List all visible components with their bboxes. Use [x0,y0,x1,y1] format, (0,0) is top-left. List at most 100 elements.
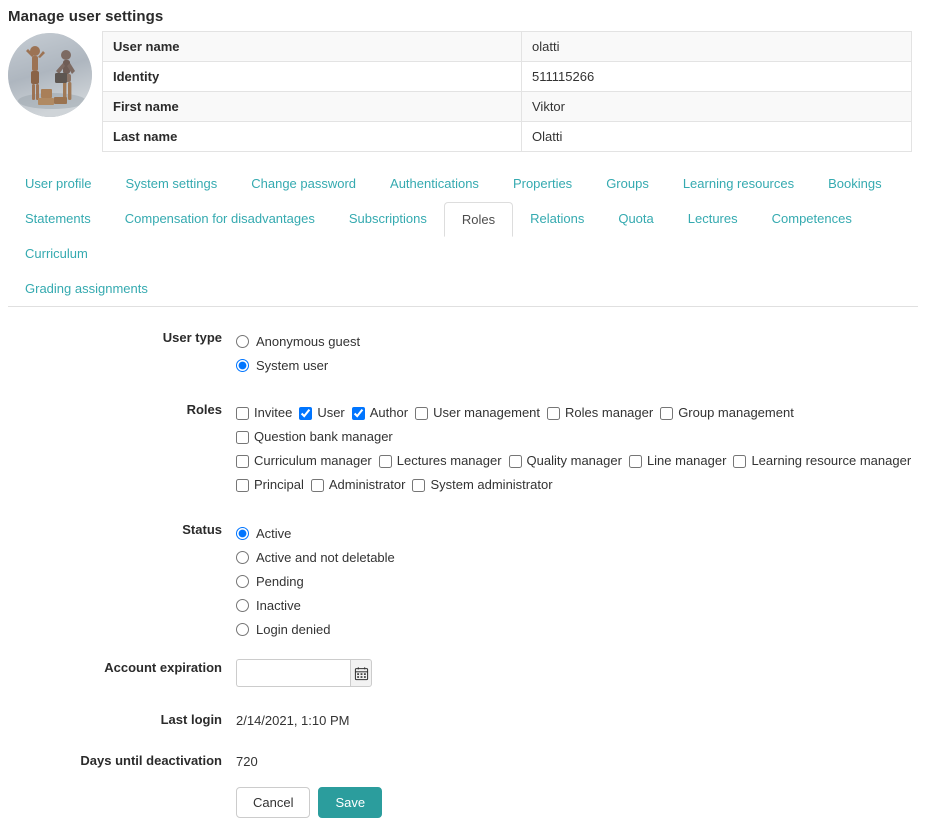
roles-line-1: Invitee User Author User management [236,401,926,449]
role-label[interactable]: Curriculum manager [254,449,372,473]
role-label[interactable]: System administrator [430,473,552,497]
account-expiration-input[interactable] [236,659,350,687]
roles-checkbox-invitee[interactable] [236,407,249,420]
tab-user-profile[interactable]: User profile [8,166,108,201]
checkbox-learning-resource-manager[interactable]: Learning resource manager [733,449,911,473]
roles-checkbox-roles-manager[interactable] [547,407,560,420]
tab-system-settings[interactable]: System settings [108,166,234,201]
tab-lectures[interactable]: Lectures [671,201,755,236]
tab-groups[interactable]: Groups [589,166,666,201]
status-option-label[interactable]: Inactive [256,598,301,613]
calendar-icon-button[interactable] [350,659,372,687]
spacer [8,497,928,521]
checkbox-user-management[interactable]: User management [415,401,540,425]
radio-anonymous-guest[interactable]: Anonymous guest [236,329,928,353]
radio-active-not-deletable[interactable]: Active and not deletable [236,545,928,569]
tab-bookings[interactable]: Bookings [811,166,898,201]
radio-pending[interactable]: Pending [236,569,928,593]
checkbox-quality-manager[interactable]: Quality manager [509,449,622,473]
status-radio-active-and-not-deletable[interactable] [236,551,249,564]
roles-checkbox-quality-manager[interactable] [509,455,522,468]
tab-learning-resources[interactable]: Learning resources [666,166,811,201]
roles-checkbox-learning-resource-manager[interactable] [733,455,746,468]
tab-compensation-for-disadvantages[interactable]: Compensation for disadvantages [108,201,332,236]
roles-checkbox-group-management[interactable] [660,407,673,420]
status-radio-inactive[interactable] [236,599,249,612]
checkbox-author[interactable]: Author [352,401,408,425]
tab-competences[interactable]: Competences [755,201,869,236]
tab-subscriptions[interactable]: Subscriptions [332,201,444,236]
checkbox-system-administrator[interactable]: System administrator [412,473,552,497]
radio-active[interactable]: Active [236,521,928,545]
save-button[interactable]: Save [318,787,382,818]
radio-inactive[interactable]: Inactive [236,593,928,617]
checkbox-administrator[interactable]: Administrator [311,473,406,497]
checkbox-invitee[interactable]: Invitee [236,401,292,425]
role-label[interactable]: Lectures manager [397,449,502,473]
role-label[interactable]: Invitee [254,401,292,425]
role-label[interactable]: Principal [254,473,304,497]
role-label[interactable]: Learning resource manager [751,449,911,473]
status-group: Active Active and not deletable Pending … [236,521,928,641]
status-option-label[interactable]: Active [256,526,291,541]
role-label[interactable]: Question bank manager [254,425,393,449]
roles-checkbox-curriculum-manager[interactable] [236,455,249,468]
checkbox-roles-manager[interactable]: Roles manager [547,401,653,425]
roles-checkbox-lectures-manager[interactable] [379,455,392,468]
roles-checkbox-user[interactable] [299,407,312,420]
radio-system-user[interactable]: System user [236,353,928,377]
status-option-label[interactable]: Pending [256,574,304,589]
role-label[interactable]: Author [370,401,408,425]
checkbox-curriculum-manager[interactable]: Curriculum manager [236,449,372,473]
status-radio-login-denied[interactable] [236,623,249,636]
roles-checkbox-user-management[interactable] [415,407,428,420]
role-label[interactable]: Quality manager [527,449,622,473]
cancel-button[interactable]: Cancel [236,787,310,818]
status-radio-pending[interactable] [236,575,249,588]
status-option-label[interactable]: Active and not deletable [256,550,395,565]
spacer [8,377,928,401]
checkbox-principal[interactable]: Principal [236,473,304,497]
roles-checkbox-line-manager[interactable] [629,455,642,468]
info-key: User name [103,32,522,62]
roles-checkbox-system-administrator[interactable] [412,479,425,492]
role-label[interactable]: Administrator [329,473,406,497]
status-option-label[interactable]: Login denied [256,622,330,637]
tab-curriculum[interactable]: Curriculum [8,236,105,271]
tab-grading-assignments[interactable]: Grading assignments [8,271,165,306]
checkbox-question-bank-manager[interactable]: Question bank manager [236,425,393,449]
user-type-radio-system-user[interactable] [236,359,249,372]
checkbox-user[interactable]: User [299,401,344,425]
tab-relations[interactable]: Relations [513,201,601,236]
role-label[interactable]: User [317,401,344,425]
roles-checkbox-principal[interactable] [236,479,249,492]
spacer [8,687,928,711]
checkbox-group-management[interactable]: Group management [660,401,794,425]
status-radio-active[interactable] [236,527,249,540]
user-type-option-label[interactable]: Anonymous guest [256,334,360,349]
role-label[interactable]: Line manager [647,449,727,473]
roles-checkbox-author[interactable] [352,407,365,420]
roles-checkbox-administrator[interactable] [311,479,324,492]
user-type-radio-anonymous-guest[interactable] [236,335,249,348]
form-row-actions: Cancel Save [8,787,928,818]
spacer [8,641,928,659]
roles-checkbox-question-bank-manager[interactable] [236,431,249,444]
tab-authentications[interactable]: Authentications [373,166,496,201]
roles-label: Roles [8,401,236,417]
tab-change-password[interactable]: Change password [234,166,373,201]
role-label[interactable]: Group management [678,401,794,425]
tab-statements[interactable]: Statements [8,201,108,236]
checkbox-lectures-manager[interactable]: Lectures manager [379,449,502,473]
info-value: 511115266 [522,62,912,92]
checkbox-line-manager[interactable]: Line manager [629,449,727,473]
tab-roles[interactable]: Roles [444,202,513,237]
user-type-option-label[interactable]: System user [256,358,328,373]
last-login-label: Last login [8,711,236,727]
radio-login-denied[interactable]: Login denied [236,617,928,641]
role-label[interactable]: Roles manager [565,401,653,425]
roles-line-2: Curriculum manager Lectures manager Qual… [236,449,926,473]
tab-properties[interactable]: Properties [496,166,589,201]
role-label[interactable]: User management [433,401,540,425]
tab-quota[interactable]: Quota [601,201,670,236]
